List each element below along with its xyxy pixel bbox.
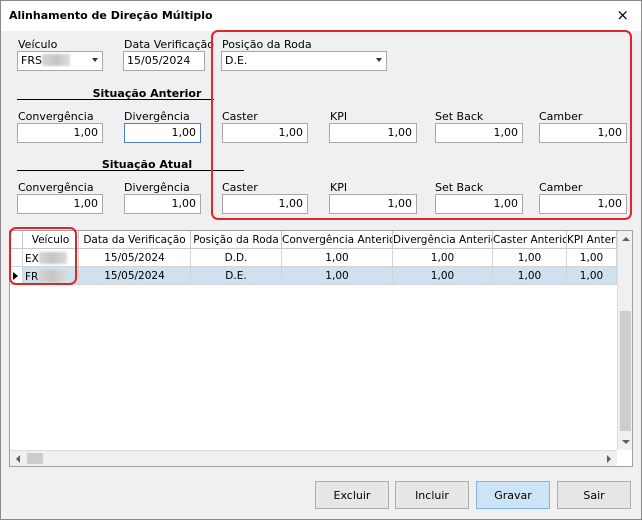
scrollbar-thumb[interactable] <box>620 311 631 431</box>
conv-at-field[interactable]: 1,00 <box>17 194 103 214</box>
divider <box>17 170 244 171</box>
col-posicao[interactable]: Posição da Roda <box>191 231 282 249</box>
vertical-scrollbar[interactable] <box>617 231 633 450</box>
div-at-label: Divergência <box>124 181 190 194</box>
cell-conv-ant[interactable]: 1,00 <box>282 249 393 267</box>
cell-data[interactable]: 15/05/2024 <box>79 249 191 267</box>
horizontal-scrollbar[interactable] <box>10 450 617 466</box>
cell-kpi-ant[interactable]: 1,00 <box>567 249 617 267</box>
cell-posicao[interactable]: D.E. <box>191 267 282 285</box>
conv-ant-field[interactable]: 1,00 <box>17 123 103 143</box>
sair-button[interactable]: Sair <box>557 481 631 509</box>
col-kpi-ant[interactable]: KPI Anterior <box>567 231 617 249</box>
data-verificacao-field[interactable]: 15/05/2024 <box>123 51 205 71</box>
div-at-field[interactable]: 1,00 <box>124 194 201 214</box>
cell-div-ant[interactable]: 1,00 <box>393 267 493 285</box>
h-scrollbar-thumb[interactable] <box>27 453 43 464</box>
col-caster-ant[interactable]: Caster Anterior <box>493 231 567 249</box>
cell-caster-ant[interactable]: 1,00 <box>493 267 567 285</box>
cell-data[interactable]: 15/05/2024 <box>79 267 191 285</box>
divider <box>17 99 214 100</box>
veiculo-combo-value: FRS <box>21 54 42 67</box>
highlight-box-wheel <box>211 30 632 220</box>
incluir-button[interactable]: Incluir <box>395 481 469 509</box>
close-icon[interactable]: × <box>616 6 629 24</box>
conv-at-label: Convergência <box>18 181 94 194</box>
data-verificacao-label: Data Verificação <box>124 38 215 51</box>
col-data[interactable]: Data da Verificação <box>79 231 191 249</box>
veiculo-label: Veículo <box>18 38 58 51</box>
scroll-down-icon[interactable] <box>618 434 633 450</box>
cell-conv-ant[interactable]: 1,00 <box>282 267 393 285</box>
title-bar: Alinhamento de Direção Múltiplo × <box>1 1 641 31</box>
scroll-right-icon[interactable] <box>601 451 617 467</box>
cell-div-ant[interactable]: 1,00 <box>393 249 493 267</box>
redacted-blur <box>41 54 70 66</box>
data-grid[interactable]: Veículo Data da Verificação Posição da R… <box>9 230 633 467</box>
chevron-down-icon[interactable] <box>92 58 98 62</box>
dialog-window: Alinhamento de Direção Múltiplo × Veícul… <box>0 0 642 520</box>
highlight-box-vehicle <box>9 227 77 285</box>
div-ant-field[interactable]: 1,00 <box>124 123 201 143</box>
cell-kpi-ant[interactable]: 1,00 <box>567 267 617 285</box>
veiculo-combo[interactable]: FRS <box>17 51 103 71</box>
cell-caster-ant[interactable]: 1,00 <box>493 249 567 267</box>
col-div-ant[interactable]: Divergência Anterior <box>393 231 493 249</box>
conv-ant-label: Convergência <box>18 110 94 123</box>
div-ant-label: Divergência <box>124 110 190 123</box>
col-conv-ant[interactable]: Convergência Anterior <box>282 231 393 249</box>
scroll-up-icon[interactable] <box>618 231 633 247</box>
excluir-button[interactable]: Excluir <box>315 481 389 509</box>
cell-posicao[interactable]: D.D. <box>191 249 282 267</box>
gravar-button[interactable]: Gravar <box>476 481 550 509</box>
window-title: Alinhamento de Direção Múltiplo <box>9 9 213 22</box>
scroll-left-icon[interactable] <box>10 451 26 467</box>
